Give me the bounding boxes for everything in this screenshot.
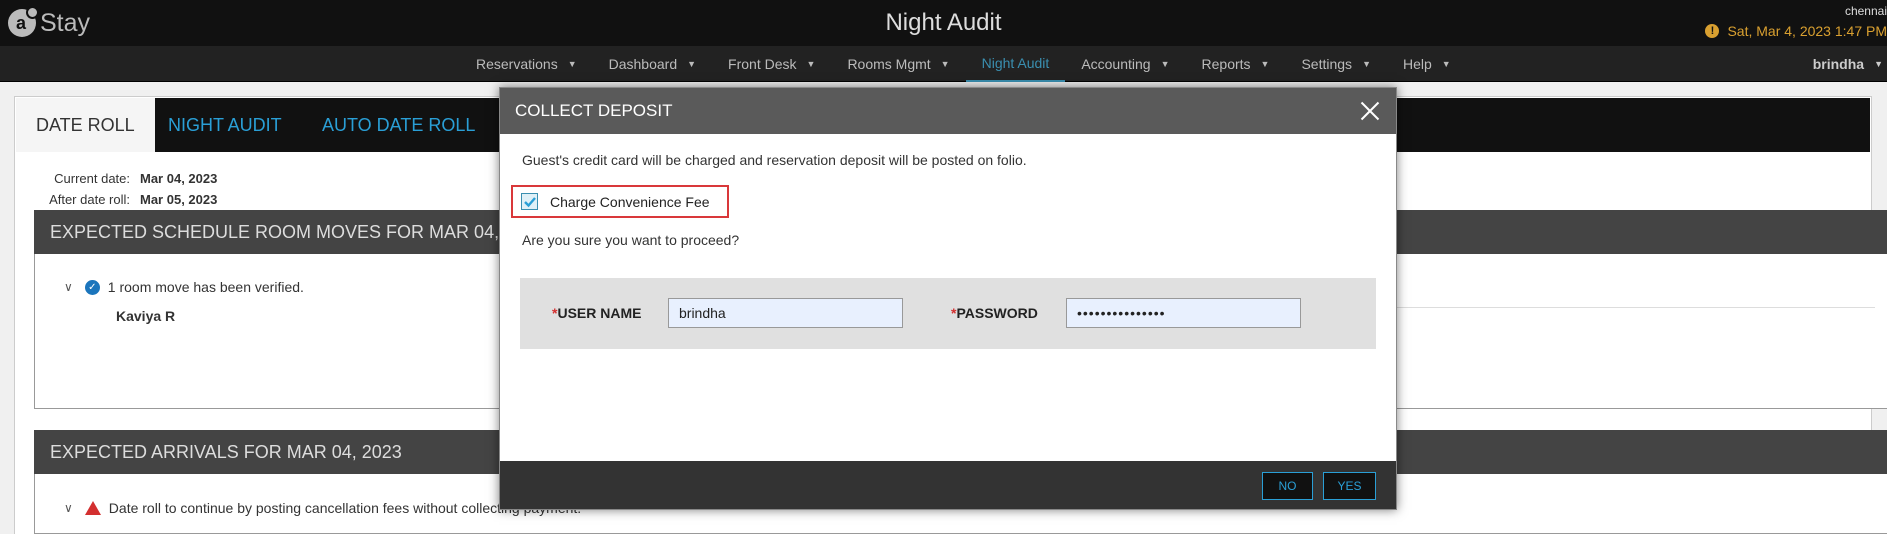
dialog-title: COLLECT DEPOSIT [515,101,673,120]
credentials-panel: *USER NAME brindha *PASSWORD •••••••••••… [520,278,1376,349]
password-label: *PASSWORD [951,305,1038,321]
convenience-fee-label: Charge Convenience Fee [550,193,710,210]
checkmark-icon [523,196,536,207]
username-label: *USER NAME [552,305,642,321]
password-input[interactable]: ••••••••••••••• [1066,298,1301,328]
confirm-message: Are you sure you want to proceed? [522,232,740,248]
convenience-fee-option: Charge Convenience Fee [511,185,729,218]
deposit-message: Guest's credit card will be charged and … [522,152,1027,168]
no-button[interactable]: NO [1262,472,1313,500]
yes-button[interactable]: YES [1323,472,1376,500]
close-icon[interactable] [1358,99,1382,123]
dialog-header: COLLECT DEPOSIT [500,88,1396,134]
collect-deposit-dialog: COLLECT DEPOSIT Guest's credit card will… [499,87,1397,510]
username-input[interactable]: brindha [668,298,903,328]
convenience-fee-checkbox[interactable] [521,193,538,210]
dialog-footer: NO YES [500,461,1396,509]
